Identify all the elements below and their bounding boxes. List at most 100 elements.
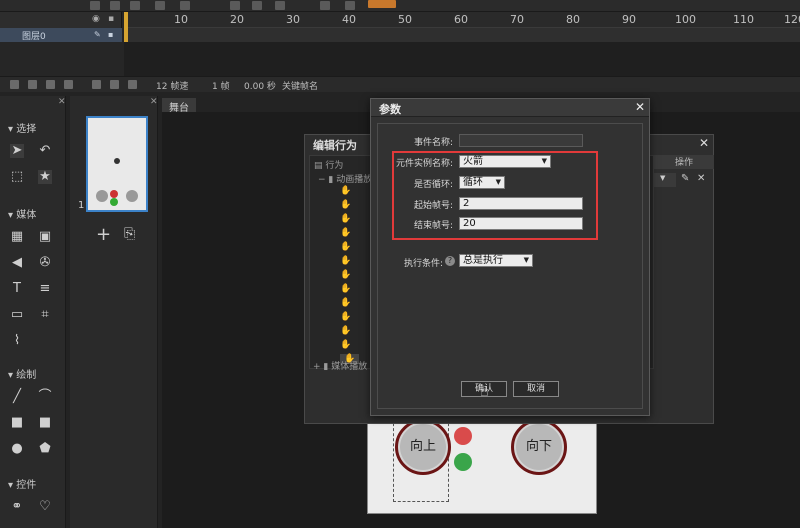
remove-icon[interactable]: ✕ xyxy=(697,173,705,184)
tree-leaf[interactable]: ✋ xyxy=(340,228,351,238)
params-dialog: 参数 ✕ 事件名称: 元件实例名称: 火箭 ▼ 是否循环: 循环 ▼ 起始帧号:… xyxy=(370,98,650,416)
circle-icon[interactable]: ● xyxy=(10,442,24,456)
frames-row[interactable] xyxy=(124,28,800,42)
pause-icon[interactable] xyxy=(252,1,262,10)
close-icon[interactable]: ✕ xyxy=(58,97,66,107)
chevron-down-icon: ▼ xyxy=(523,256,529,264)
video-icon[interactable]: ✇ xyxy=(38,256,52,270)
star-tool-icon[interactable]: ★ xyxy=(38,170,52,184)
image-icon[interactable]: ▣ xyxy=(38,230,52,244)
blank-frame-icon[interactable] xyxy=(128,80,137,89)
condition-label: 执行条件: xyxy=(403,259,443,269)
play-icon[interactable] xyxy=(230,1,240,10)
playhead[interactable] xyxy=(124,12,128,42)
close-icon[interactable]: ✕ xyxy=(150,97,158,107)
chevron-down-icon: ▼ xyxy=(660,174,666,182)
paragraph-icon[interactable]: ≡ xyxy=(38,282,52,296)
arrow-tool-icon[interactable]: ➤ xyxy=(10,144,24,158)
media-section-title: ▾ 媒体 xyxy=(8,210,37,221)
pentagon-icon[interactable]: ⬟ xyxy=(38,442,52,456)
tree-leaf[interactable]: ✋ xyxy=(340,340,351,350)
down-button[interactable]: 向下 xyxy=(511,419,567,475)
cut-icon[interactable] xyxy=(90,1,100,10)
copy-icon[interactable] xyxy=(110,1,120,10)
tree-folder-media[interactable]: + ▮ 媒体播放 xyxy=(313,359,367,372)
stage-canvas[interactable]: 向上 向下 xyxy=(367,418,597,514)
ops-select[interactable]: ▼ xyxy=(654,173,676,187)
close-icon[interactable]: ✕ xyxy=(699,136,709,150)
ruler-tick: 90 xyxy=(622,13,636,26)
widget-icon[interactable]: ⚭ xyxy=(10,500,24,514)
text-icon[interactable]: T xyxy=(10,282,24,296)
lock-icon[interactable]: ▪ xyxy=(108,14,114,24)
subselect-tool-icon[interactable]: ↶ xyxy=(38,144,52,158)
tree-leaf[interactable]: ✋ xyxy=(340,214,351,224)
condition-select[interactable]: 总是执行 ▼ xyxy=(459,254,533,267)
tree-leaf[interactable]: ✋ xyxy=(340,200,351,210)
import-scene-icon[interactable]: ⎘ xyxy=(124,226,135,242)
timeline-ruler[interactable]: 10 20 30 40 50 60 70 80 90 100 110 120 xyxy=(124,12,800,28)
timeline-empty-area xyxy=(124,42,800,76)
audio-icon[interactable]: ◀ xyxy=(10,256,24,270)
preview-icon[interactable] xyxy=(320,1,330,10)
tree-leaf[interactable]: ✋ xyxy=(340,186,351,196)
chart-icon[interactable]: ⌇ xyxy=(10,334,24,348)
curve-icon[interactable]: ⌒ xyxy=(38,390,52,404)
up-button[interactable]: 向上 xyxy=(395,419,451,475)
widget-section-title: ▾ 控件 xyxy=(8,480,37,491)
event-name-label: 事件名称: xyxy=(413,138,453,148)
pencil-icon[interactable]: ✎ xyxy=(94,30,101,39)
edit-icon[interactable]: ✎ xyxy=(681,173,689,184)
stop-icon[interactable] xyxy=(275,1,285,10)
tree-leaf[interactable]: ✋ xyxy=(340,284,351,294)
tree-folder[interactable]: − ▮ 动画播放 xyxy=(318,172,372,185)
frame-readout: 1 帧 xyxy=(212,82,230,92)
behavior-dialog-title: 编辑行为 xyxy=(313,139,357,152)
transform-tool-icon[interactable]: ⬚ xyxy=(10,170,24,184)
params-titlebar: 参数 ✕ xyxy=(371,99,649,117)
tab-stage[interactable]: 舞台 xyxy=(162,98,196,114)
ruler-tick: 120 xyxy=(784,13,800,26)
tree-leaf[interactable]: ✋ xyxy=(340,256,351,266)
cancel-button[interactable]: 取消 xyxy=(513,381,559,397)
delete-icon[interactable] xyxy=(155,1,165,10)
publish-button[interactable] xyxy=(368,0,396,8)
thumb-button-down xyxy=(126,190,138,202)
paste-icon[interactable] xyxy=(130,1,140,10)
code-icon[interactable] xyxy=(345,1,355,10)
close-icon[interactable]: ✕ xyxy=(635,100,645,114)
timeline-status-bar: 12 帧速 1 帧 0.00 秒 关键帧名 xyxy=(0,76,800,92)
undo-icon[interactable] xyxy=(180,1,190,10)
heart-icon[interactable]: ♡ xyxy=(38,500,52,514)
timeline-panel: ◉ ▪ 图层0 ✎ ▪ 10 20 30 40 50 60 70 80 90 1… xyxy=(0,12,800,92)
help-icon[interactable]: ? xyxy=(445,256,455,266)
tree-leaf[interactable]: ✋ xyxy=(340,242,351,252)
trash-icon[interactable] xyxy=(46,80,55,89)
tree-leaf[interactable]: ✋ xyxy=(340,270,351,280)
layer-option-icon[interactable] xyxy=(64,80,73,89)
rounded-rect-icon[interactable]: ■ xyxy=(38,416,52,430)
layer-row[interactable]: 图层0 ✎ ▪ xyxy=(0,28,122,42)
ops-header: 操作 xyxy=(654,155,714,169)
add-layer-icon[interactable] xyxy=(10,80,19,89)
grid-icon[interactable]: ▦ xyxy=(10,230,24,244)
eye-icon[interactable]: ◉ xyxy=(92,14,100,24)
event-name-input[interactable] xyxy=(459,134,583,147)
frame-icon[interactable] xyxy=(92,80,101,89)
tree-leaf[interactable]: ✋ xyxy=(340,312,351,322)
scene-number: 1 xyxy=(78,200,85,211)
lock-small-icon[interactable]: ▪ xyxy=(108,30,113,39)
highlight-annotation xyxy=(392,151,598,240)
green-indicator[interactable] xyxy=(454,453,472,471)
line-icon[interactable]: ╱ xyxy=(10,390,24,404)
rect-icon[interactable]: ■ xyxy=(10,416,24,430)
board-icon[interactable]: ▭ xyxy=(10,308,24,322)
code-box-icon[interactable]: ⌗ xyxy=(38,308,52,322)
add-scene-icon[interactable]: + xyxy=(96,224,111,245)
tree-leaf[interactable]: ✋ xyxy=(340,298,351,308)
folder-icon[interactable] xyxy=(28,80,37,89)
tree-leaf[interactable]: ✋ xyxy=(340,326,351,336)
red-indicator[interactable] xyxy=(454,427,472,445)
keyframe-icon[interactable] xyxy=(110,80,119,89)
scene-thumbnail[interactable] xyxy=(86,116,148,212)
